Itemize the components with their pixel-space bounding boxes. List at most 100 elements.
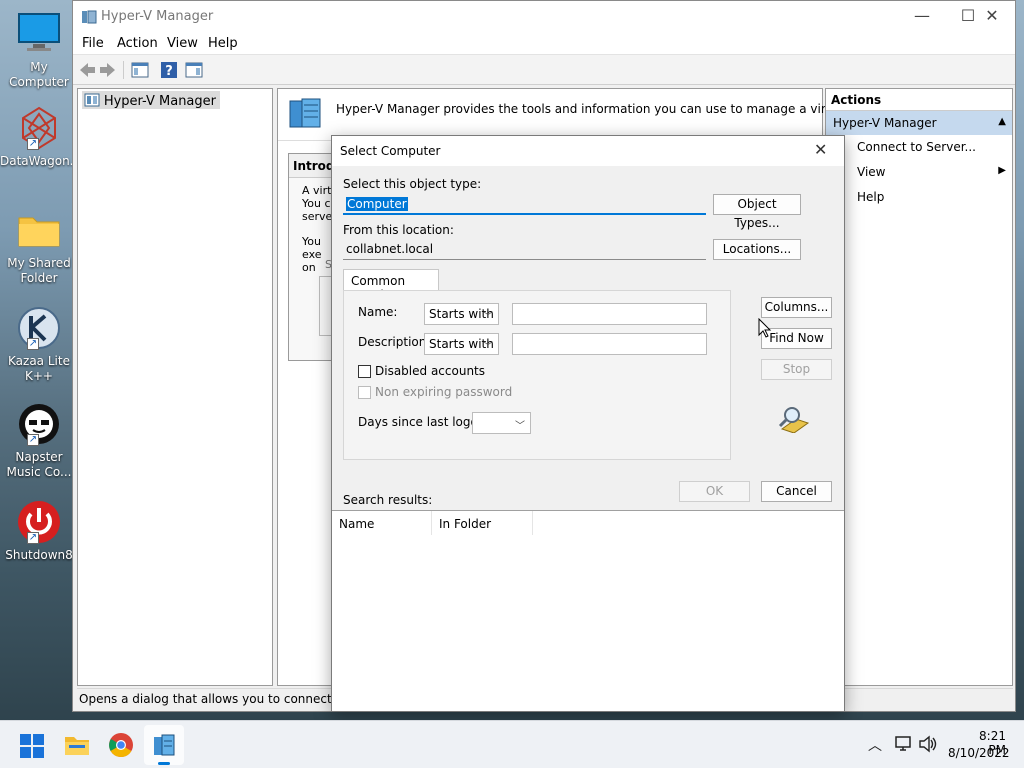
desktop-icon-label: Shutdown8 <box>5 548 73 562</box>
desktop-icon-my-computer[interactable]: My Computer <box>0 10 78 90</box>
chrome-icon[interactable] <box>108 732 134 761</box>
name-label: Name: <box>358 305 398 319</box>
column-header-in-folder[interactable]: In Folder <box>432 511 533 535</box>
actions-header: Actions <box>826 89 1012 111</box>
dialog-close-icon[interactable]: ✕ <box>814 140 827 159</box>
desktop-icon-label: Kazaa Lite K++ <box>8 354 70 383</box>
network-icon[interactable] <box>894 735 914 756</box>
search-magnifier-icon <box>778 405 812 436</box>
folder-icon <box>15 206 63 254</box>
collapse-up-icon[interactable]: ▲ <box>998 116 1006 127</box>
description-mode-select[interactable]: Starts with ﹀ <box>424 333 499 355</box>
console-tree: Hyper-V Manager <box>77 88 273 686</box>
shortcut-arrow-icon: ↗ <box>27 338 39 350</box>
name-mode-select[interactable]: Starts with ﹀ <box>424 303 499 325</box>
taskbar: ︿ 8:21 PM 8/10/2022 <box>0 720 1024 768</box>
desktop-icon-datawagon[interactable]: ↗ DataWagon... <box>0 104 82 169</box>
non-expiring-password-checkbox[interactable] <box>358 386 371 399</box>
actions-pane: Actions Hyper-V Manager ▲ Connect to Ser… <box>825 88 1013 686</box>
hyperv-node-icon <box>84 92 100 111</box>
tab-common-queries[interactable]: Common Queries <box>343 269 439 302</box>
cancel-button[interactable]: Cancel <box>761 481 832 502</box>
search-results-list[interactable]: Name In Folder <box>332 510 844 711</box>
action-connect-to-server[interactable]: Connect to Server... <box>826 135 1012 160</box>
desktop-icon-shared-folder[interactable]: My Shared Folder <box>0 206 78 286</box>
action-view-label: View <box>857 165 886 179</box>
location-label: From this location: <box>343 223 454 237</box>
location-field[interactable]: collabnet.local <box>343 238 706 260</box>
object-type-label: Select this object type: <box>343 177 482 191</box>
menu-bar: File Action View Help <box>73 33 1015 55</box>
napster-icon: ↗ <box>15 400 63 448</box>
actions-group-label: Hyper-V Manager <box>833 116 937 130</box>
kazaa-icon: ↗ <box>15 304 63 352</box>
window-titlebar[interactable]: Hyper-V Manager — ☐ ✕ <box>73 1 1015 33</box>
monitor-icon <box>15 10 63 58</box>
server-stack-icon <box>288 97 322 134</box>
actions-group-hyperv[interactable]: Hyper-V Manager ▲ <box>826 111 1012 135</box>
disabled-accounts-checkbox[interactable] <box>358 365 371 378</box>
minimize-button[interactable]: — <box>899 1 945 33</box>
menu-action[interactable]: Action <box>117 36 158 51</box>
svg-text:?: ? <box>165 64 173 79</box>
search-results-label: Search results: <box>343 493 433 507</box>
chevron-down-icon: ﹀ <box>483 342 493 353</box>
power-icon: ↗ <box>15 498 63 546</box>
shortcut-arrow-icon: ↗ <box>27 434 39 446</box>
windows-start-icon[interactable] <box>20 734 44 761</box>
tree-item-hyperv-manager[interactable]: Hyper-V Manager <box>82 91 220 109</box>
locations-button[interactable]: Locations... <box>713 239 801 260</box>
toolbar: ? <box>73 55 1015 85</box>
desktop-icon-label: My Shared Folder <box>7 256 71 285</box>
object-type-value: Computer <box>346 197 408 211</box>
submenu-arrow-icon: ▶ <box>998 165 1006 176</box>
dialog-title: Select Computer <box>340 144 441 158</box>
action-help[interactable]: Help <box>826 185 1012 210</box>
columns-button[interactable]: Columns... <box>761 297 832 318</box>
datawagon-icon: ↗ <box>15 104 63 152</box>
ok-button[interactable]: OK <box>679 481 750 502</box>
hyperv-taskbar-icon <box>152 733 176 760</box>
dialog-titlebar[interactable]: Select Computer ✕ <box>332 136 844 166</box>
non-expiring-password-label: Non expiring password <box>375 385 513 399</box>
chevron-up-icon[interactable]: ︿ <box>868 735 882 755</box>
name-input[interactable] <box>512 303 707 325</box>
file-explorer-icon[interactable] <box>64 733 90 760</box>
stop-button[interactable]: Stop <box>761 359 832 380</box>
menu-help[interactable]: Help <box>208 36 238 51</box>
desktop-icon-label: Napster Music Co... <box>6 450 72 479</box>
select-computer-dialog: Select Computer ✕ Select this object typ… <box>331 135 845 712</box>
disabled-accounts-label: Disabled accounts <box>375 364 486 378</box>
forward-arrow-icon[interactable] <box>98 60 118 80</box>
object-types-button[interactable]: Object Types... <box>713 194 801 230</box>
desktop-icon-kazaa[interactable]: ↗ Kazaa Lite K++ <box>0 304 78 384</box>
desktop-icon-shutdown[interactable]: ↗ Shutdown8 <box>0 498 78 563</box>
hyperv-app-icon <box>81 9 97 28</box>
back-arrow-icon[interactable] <box>77 60 97 80</box>
column-header-name[interactable]: Name <box>332 511 432 535</box>
content-header: Hyper-V Manager provides the tools and i… <box>278 89 933 141</box>
clock-date[interactable]: 8/10/2022 <box>948 746 1010 760</box>
action-view[interactable]: View ▶ <box>826 160 1012 185</box>
description-input[interactable] <box>512 333 707 355</box>
shortcut-arrow-icon: ↗ <box>27 532 39 544</box>
shortcut-arrow-icon: ↗ <box>27 138 39 150</box>
desktop-icon-napster[interactable]: ↗ Napster Music Co... <box>0 400 78 480</box>
object-type-field[interactable]: Computer <box>343 193 706 215</box>
chevron-down-icon: ﹀ <box>483 312 493 323</box>
close-window-button[interactable]: ✕ <box>969 1 1015 33</box>
description-label: Description: <box>358 335 431 349</box>
volume-icon[interactable] <box>918 735 938 756</box>
menu-view[interactable]: View <box>167 36 198 51</box>
chevron-down-icon: ﹀ <box>515 421 525 432</box>
show-hide-action-pane-icon[interactable] <box>184 60 204 80</box>
desktop-icon-label: My Computer <box>9 60 69 89</box>
days-since-logon-select[interactable]: ﹀ <box>472 412 531 434</box>
hyperv-taskbar-button[interactable] <box>144 725 184 765</box>
desktop-icon-label: DataWagon... <box>0 154 82 168</box>
show-hide-tree-icon[interactable] <box>130 60 150 80</box>
window-title: Hyper-V Manager <box>101 9 214 24</box>
help-icon[interactable]: ? <box>159 60 179 80</box>
menu-file[interactable]: File <box>82 36 104 51</box>
active-indicator <box>158 762 170 765</box>
